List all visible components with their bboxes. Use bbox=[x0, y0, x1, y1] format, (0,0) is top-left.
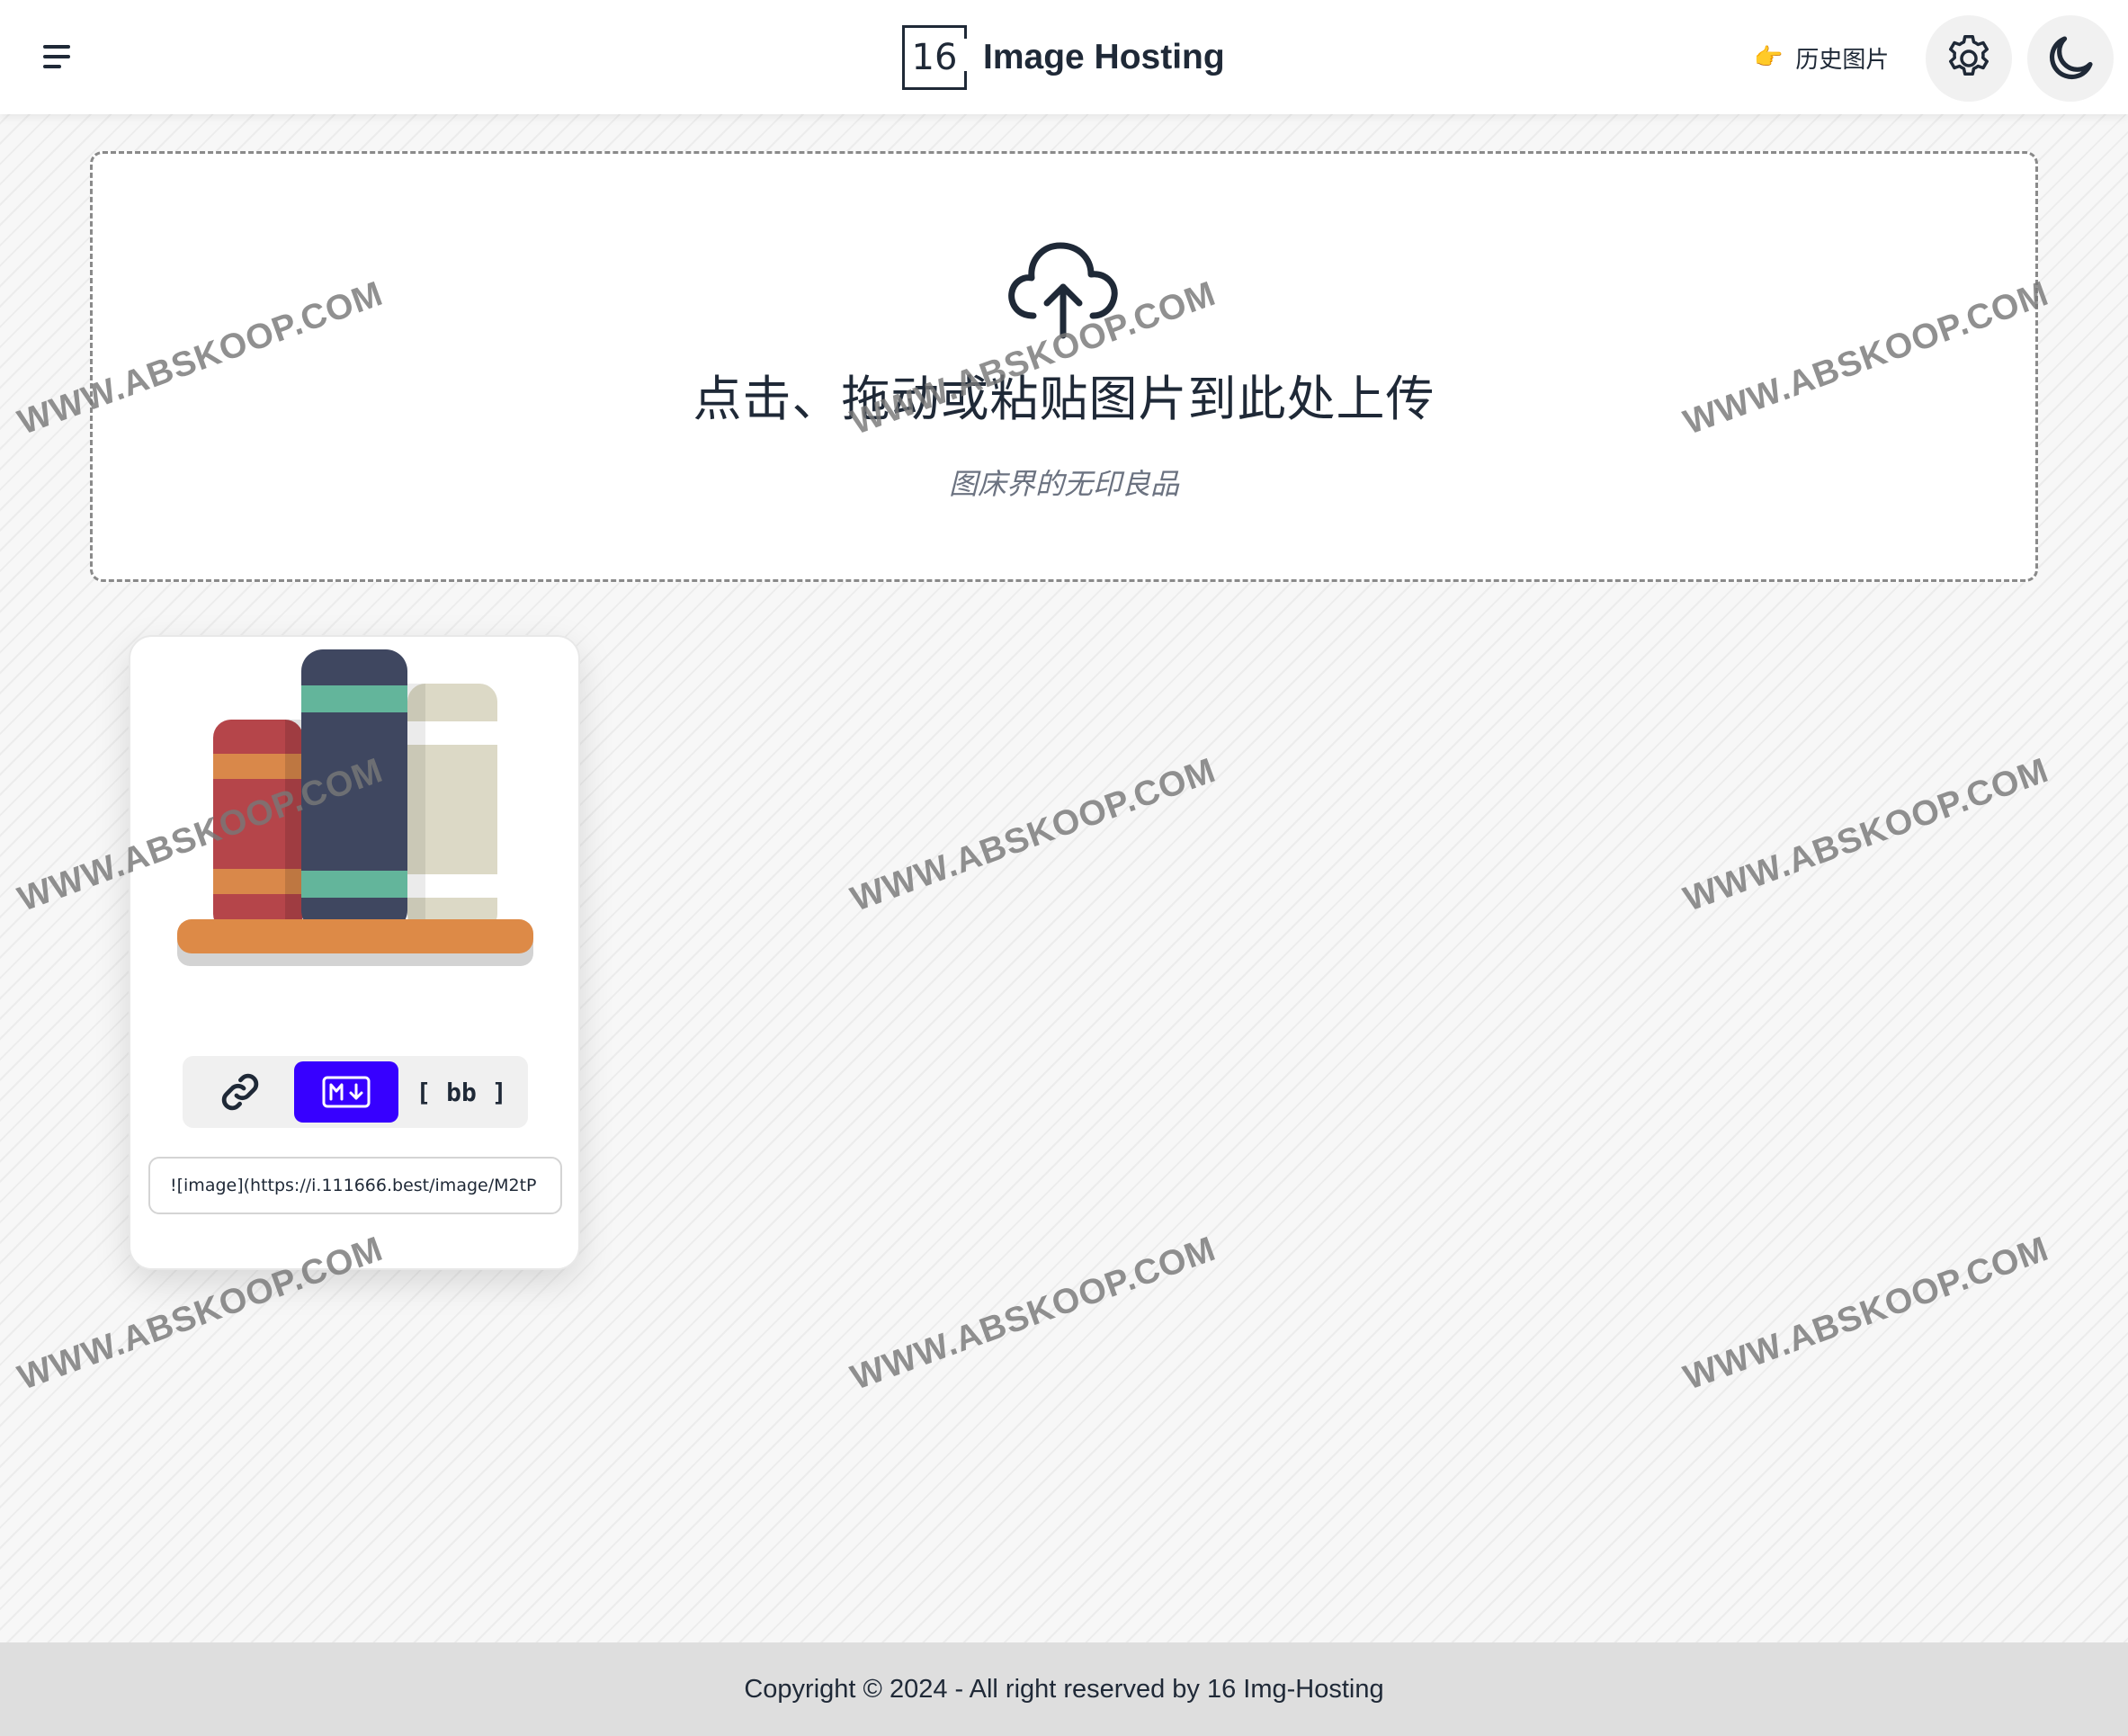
image-thumbnail[interactable] bbox=[130, 637, 582, 1015]
markdown-icon bbox=[322, 1076, 371, 1108]
url-format-button[interactable] bbox=[190, 1061, 291, 1123]
theme-toggle-button[interactable] bbox=[2027, 15, 2114, 102]
upload-dropzone[interactable]: 点击、拖动或粘贴图片到此处上传 图床界的无印良品 bbox=[90, 151, 2038, 582]
menu-icon bbox=[43, 45, 70, 49]
menu-icon bbox=[43, 55, 70, 58]
uploaded-image-card: [ bb ] bbox=[129, 635, 580, 1270]
markdown-format-button[interactable] bbox=[294, 1061, 398, 1123]
site-logo[interactable]: 16 Image Hosting bbox=[902, 22, 1225, 94]
image-link-field[interactable] bbox=[148, 1157, 562, 1214]
dropzone-subtitle: 图床界的无印良品 bbox=[948, 467, 1179, 501]
chain-link-icon bbox=[221, 1073, 259, 1111]
watermark-text: WWW.ABSKOOP.COM bbox=[845, 1229, 1221, 1398]
copyright-text: Copyright © 2024 - All right reserved by… bbox=[744, 1674, 1384, 1704]
history-images-link[interactable]: 👉 历史图片 bbox=[1754, 40, 1889, 76]
logo-number: 16 bbox=[911, 37, 958, 78]
logo-text: Image Hosting bbox=[983, 38, 1225, 76]
dropzone-title: 点击、拖动或粘贴图片到此处上传 bbox=[693, 371, 1435, 427]
link-format-selector: [ bb ] bbox=[183, 1056, 528, 1128]
history-images-label: 历史图片 bbox=[1795, 46, 1890, 74]
watermark-text: WWW.ABSKOOP.COM bbox=[1678, 750, 2054, 919]
menu-icon bbox=[43, 65, 61, 68]
pointing-hand-icon: 👉 bbox=[1754, 44, 1784, 71]
bbcode-format-button[interactable]: [ bb ] bbox=[402, 1061, 521, 1123]
cloud-upload-icon bbox=[1008, 242, 1118, 339]
logo-mark: 16 bbox=[902, 25, 970, 90]
menu-button[interactable] bbox=[36, 38, 79, 77]
settings-button[interactable] bbox=[1926, 15, 2012, 102]
moon-icon bbox=[2049, 36, 2093, 80]
page-footer: Copyright © 2024 - All right reserved by… bbox=[0, 1642, 2128, 1736]
watermark-text: WWW.ABSKOOP.COM bbox=[845, 750, 1221, 919]
top-nav-bar: 16 Image Hosting 👉 历史图片 bbox=[0, 0, 2128, 114]
watermark-text: WWW.ABSKOOP.COM bbox=[1678, 1229, 2054, 1398]
gear-icon bbox=[1949, 35, 1989, 76]
